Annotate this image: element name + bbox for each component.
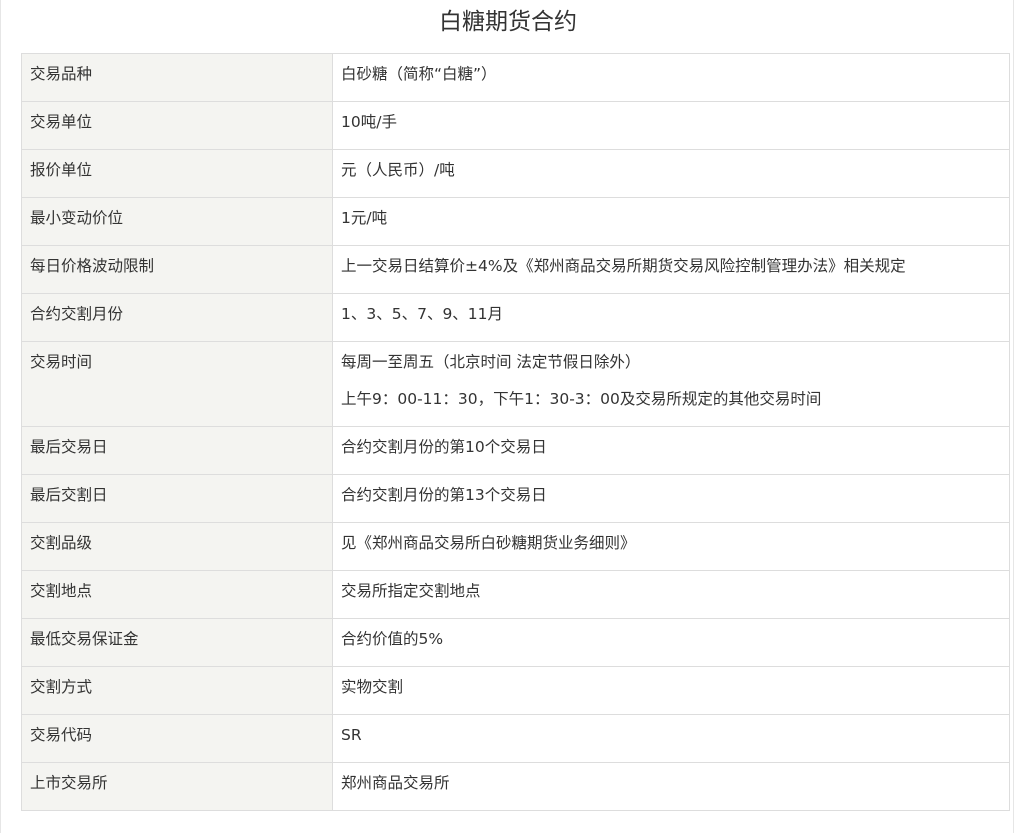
- row-value-text: 白砂糖（简称“白糖”）: [341, 65, 497, 83]
- row-label-text: 每日价格波动限制: [30, 257, 155, 275]
- row-label-text: 最低交易保证金: [30, 630, 139, 648]
- row-value: 见《郑州商品交易所白砂糖期货业务细则》: [332, 522, 1010, 571]
- row-value-text: 交易所指定交割地点: [341, 582, 481, 600]
- contract-spec-table: 交易品种 白砂糖（简称“白糖”） 交易单位 10吨/手 报价单位 元（人民币）/…: [21, 53, 1010, 811]
- table-row: 交割品级 见《郑州商品交易所白砂糖期货业务细则》: [21, 522, 1010, 571]
- row-value-text: 合约价值的5%: [341, 630, 444, 648]
- row-label: 交易时间: [21, 341, 333, 427]
- row-value-text: 合约交割月份的第10个交易日: [341, 438, 547, 456]
- row-value-text: 每周一至周五（北京时间 法定节假日除外）: [341, 353, 641, 371]
- table-row: 上市交易所 郑州商品交易所: [21, 762, 1010, 811]
- row-label-text: 最后交易日: [30, 438, 108, 456]
- row-label: 交割品级: [21, 522, 333, 571]
- row-value: 郑州商品交易所: [332, 762, 1010, 811]
- row-label-text: 交易品种: [30, 65, 93, 83]
- row-label: 最小变动价位: [21, 197, 333, 246]
- row-label-text: 交割品级: [30, 534, 93, 552]
- page-title: 白糖期货合约: [439, 9, 577, 35]
- row-label: 交易代码: [21, 714, 333, 763]
- row-value-text: 1、3、5、7、9、11月: [341, 305, 504, 323]
- row-label-text: 上市交易所: [30, 774, 108, 792]
- row-value-text: 见《郑州商品交易所白砂糖期货业务细则》: [341, 534, 636, 552]
- row-value: 实物交割: [332, 666, 1010, 715]
- table-row: 交易品种 白砂糖（简称“白糖”）: [21, 53, 1010, 102]
- table-row: 最低交易保证金 合约价值的5%: [21, 618, 1010, 667]
- row-value-text: 合约交割月份的第13个交易日: [341, 486, 547, 504]
- row-value: 白砂糖（简称“白糖”）: [332, 53, 1010, 102]
- row-label-text: 报价单位: [30, 161, 93, 179]
- row-label: 报价单位: [21, 149, 333, 198]
- row-label-text: 交易代码: [30, 726, 93, 744]
- row-value-text: 10吨/手: [341, 113, 397, 131]
- row-value: SR: [332, 714, 1010, 763]
- row-label: 最低交易保证金: [21, 618, 333, 667]
- row-label-text: 交割地点: [30, 582, 93, 600]
- table-row: 交割地点 交易所指定交割地点: [21, 570, 1010, 619]
- row-label-text: 交易时间: [30, 353, 93, 371]
- page-frame: 白糖期货合约 交易品种 白砂糖（简称“白糖”） 交易单位 10吨/手 报价单位 …: [0, 0, 1014, 833]
- row-label: 交易品种: [21, 53, 333, 102]
- row-value: 交易所指定交割地点: [332, 570, 1010, 619]
- row-label: 合约交割月份: [21, 293, 333, 342]
- row-value-text: SR: [341, 726, 362, 744]
- table-row: 每日价格波动限制 上一交易日结算价±4%及《郑州商品交易所期货交易风险控制管理办…: [21, 245, 1010, 294]
- row-label: 上市交易所: [21, 762, 333, 811]
- table-row: 交易时间 每周一至周五（北京时间 法定节假日除外） 上午9：00-11：30，下…: [21, 341, 1010, 427]
- row-value: 元（人民币）/吨: [332, 149, 1010, 198]
- table-row: 报价单位 元（人民币）/吨: [21, 149, 1010, 198]
- row-value: 上一交易日结算价±4%及《郑州商品交易所期货交易风险控制管理办法》相关规定: [332, 245, 1010, 294]
- row-value-text-second-line: 上午9：00-11：30，下午1：30-3：00及交易所规定的其他交易时间: [341, 390, 822, 408]
- row-value: 合约交割月份的第10个交易日: [332, 426, 1010, 475]
- table-row: 交割方式 实物交割: [21, 666, 1010, 715]
- table-row: 最小变动价位 1元/吨: [21, 197, 1010, 246]
- row-value: 合约交割月份的第13个交易日: [332, 474, 1010, 523]
- table-row: 最后交割日 合约交割月份的第13个交易日: [21, 474, 1010, 523]
- row-label: 交割地点: [21, 570, 333, 619]
- row-label-text: 交易单位: [30, 113, 93, 131]
- table-row: 最后交易日 合约交割月份的第10个交易日: [21, 426, 1010, 475]
- row-value: 合约价值的5%: [332, 618, 1010, 667]
- table-row: 交易单位 10吨/手: [21, 101, 1010, 150]
- row-label: 交割方式: [21, 666, 333, 715]
- row-label-text: 交割方式: [30, 678, 93, 696]
- row-value-text: 1元/吨: [341, 209, 388, 227]
- row-label-text: 最小变动价位: [30, 209, 124, 227]
- row-value-text: 元（人民币）/吨: [341, 161, 455, 179]
- row-value-text: 实物交割: [341, 678, 404, 696]
- row-value: 10吨/手: [332, 101, 1010, 150]
- row-value: 1、3、5、7、9、11月: [332, 293, 1010, 342]
- row-label: 最后交割日: [21, 474, 333, 523]
- row-label: 最后交易日: [21, 426, 333, 475]
- table-row: 交易代码 SR: [21, 714, 1010, 763]
- row-label: 每日价格波动限制: [21, 245, 333, 294]
- row-value-text: 郑州商品交易所: [341, 774, 450, 792]
- row-value: 每周一至周五（北京时间 法定节假日除外） 上午9：00-11：30，下午1：30…: [332, 341, 1010, 427]
- row-label-text: 最后交割日: [30, 486, 108, 504]
- row-label: 交易单位: [21, 101, 333, 150]
- row-label-text: 合约交割月份: [30, 305, 124, 323]
- row-value: 1元/吨: [332, 197, 1010, 246]
- table-row: 合约交割月份 1、3、5、7、9、11月: [21, 293, 1010, 342]
- row-value-text: 上一交易日结算价±4%及《郑州商品交易所期货交易风险控制管理办法》相关规定: [341, 257, 906, 275]
